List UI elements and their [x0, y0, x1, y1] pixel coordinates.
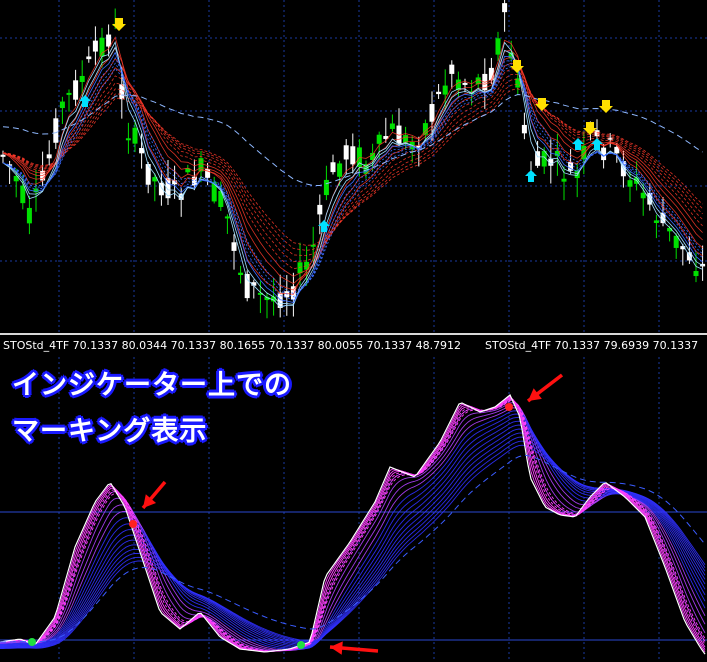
candle-body: [653, 220, 659, 224]
indicator-values-1: STOStd_4TF 70.1337 80.0344 70.1337 80.16…: [3, 339, 462, 352]
oscillator-blue-line: [0, 417, 706, 649]
candle-body: [442, 85, 448, 95]
indicator-values-bar: STOStd_4TF 70.1337 80.0344 70.1337 80.16…: [0, 335, 707, 357]
oscillator-blue-line: [0, 420, 706, 648]
signal-arrow-up-icon: [525, 170, 537, 182]
price-chart[interactable]: [0, 0, 707, 333]
candle-body: [46, 154, 52, 159]
candle-body: [79, 75, 85, 83]
candle-body: [297, 262, 303, 274]
candle-body: [238, 272, 244, 276]
candle-body: [627, 180, 633, 187]
candle-body: [317, 204, 323, 215]
candle-body: [244, 273, 250, 299]
candlestick-plot: [0, 0, 707, 333]
candle-body: [59, 101, 65, 109]
candle-body: [26, 207, 32, 224]
candle-body: [343, 145, 349, 160]
blue-ma-line: [2, 57, 703, 301]
blue-ma-line: [2, 46, 703, 305]
candle-body: [389, 123, 395, 129]
oscillator-plot: [0, 357, 707, 662]
signal-arrow-down-icon: [112, 18, 126, 31]
candle-body: [66, 92, 72, 95]
candle-body: [561, 178, 567, 182]
callout-arrowhead-icon: [330, 641, 343, 655]
oscillator-slow-line: [0, 454, 706, 643]
candle-body: [693, 271, 699, 277]
signal-arrow-down-icon: [535, 98, 549, 111]
candle-body: [0, 154, 6, 157]
candle-body: [92, 40, 98, 52]
candle-body: [53, 118, 59, 143]
candle-body: [429, 104, 435, 122]
bottom-marker-dot: [28, 638, 36, 646]
candle-body: [106, 34, 112, 47]
top-marker-dot: [129, 520, 137, 528]
candle-body: [502, 3, 508, 13]
blue-ma-line: [2, 66, 703, 295]
candle-body: [73, 80, 79, 100]
bottom-marker-dot: [297, 641, 305, 649]
caption-line-2: マーキング表示: [12, 416, 208, 447]
caption-line-1: インジケーター上での: [12, 370, 292, 401]
candle-body: [436, 91, 442, 95]
candle-body: [86, 56, 92, 60]
candle-body: [231, 242, 237, 251]
candle-body: [449, 64, 455, 74]
candle-body: [145, 164, 151, 185]
candle-body: [462, 82, 468, 85]
oscillator-blue-line: [0, 424, 706, 647]
candle-body: [132, 127, 138, 144]
candle-body: [640, 192, 646, 199]
candle-body: [521, 124, 527, 134]
candle-body: [376, 134, 382, 144]
candle-body: [495, 38, 501, 55]
indicator-values-2: STOStd_4TF 70.1337 79.6939 70.1337: [485, 339, 699, 352]
candle-body: [139, 147, 145, 154]
blue-ma-line: [2, 41, 703, 308]
candle-body: [191, 176, 197, 186]
candle-body: [20, 185, 26, 204]
candle-body: [125, 138, 131, 141]
oscillator-subwindow[interactable]: [0, 357, 707, 662]
candle-body: [323, 179, 329, 196]
candle-body: [330, 162, 336, 173]
candle-body: [350, 146, 356, 165]
top-marker-dot: [505, 403, 513, 411]
candle-body: [224, 216, 230, 219]
oscillator-blue-line: [0, 413, 706, 650]
candle-body: [337, 163, 343, 177]
